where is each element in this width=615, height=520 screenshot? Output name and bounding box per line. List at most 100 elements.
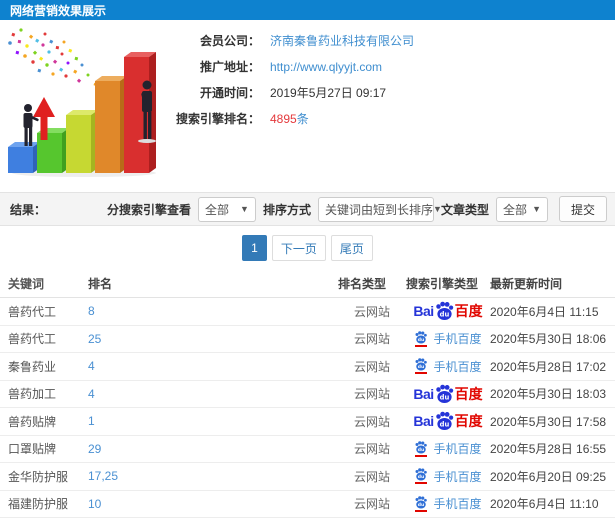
engine-cell: du 手机百度 [406, 495, 490, 512]
engine-cell: Bai du 百度 [406, 411, 490, 431]
sort-filter-label: 排序方式 [262, 202, 311, 217]
update-time-cell: 2020年5月30日 18:03 [490, 387, 607, 402]
svg-text:du: du [418, 474, 424, 480]
table-row: 口罩贴牌 29 云网站 du 手机百度 2020年5月28日 16:55 [0, 436, 615, 463]
engine-filter-label: 分搜索引擎查看 [106, 202, 191, 217]
mobile-baidu-logo: du 手机百度 [414, 495, 482, 512]
header-update-time: 最新更新时间 [490, 277, 563, 291]
mobile-baidu-label: 手机百度 [433, 359, 482, 374]
info-row-rank-count: 搜索引擎排名： 4895条 [172, 112, 615, 127]
mobile-baidu-label: 手机百度 [433, 442, 482, 457]
rank-link[interactable]: 25 [88, 332, 338, 346]
mobile-baidu-logo: du 手机百度 [414, 330, 482, 347]
mobile-baidu-underline [415, 454, 428, 457]
svg-text:du: du [439, 421, 449, 429]
submit-button[interactable]: 提交 [558, 196, 607, 222]
keyword-cell: 秦鲁药业 [8, 359, 57, 374]
table-row: 金华防护服 17,25 云网站 du 手机百度 2020年6月20日 09:25 [0, 463, 615, 491]
rank-type-cell: 云网站 [353, 387, 390, 402]
table-body: 兽药代工 8 云网站 Bai du 百度 2020年6月4日 11:15 兽药代… [0, 298, 615, 520]
bar-chart-illustration-image [8, 28, 156, 177]
rank-count-value: 4895条 [270, 112, 309, 127]
baidu-logo-text-baidu: 百度 [454, 303, 483, 320]
keyword-cell: 兽药加工 [8, 387, 57, 402]
promo-url-link[interactable]: http://www.qlyyjt.com [270, 60, 382, 75]
member-info-list: 会员公司： 济南秦鲁药业科技有限公司 推广地址： http://www.qlyy… [172, 20, 615, 190]
mobile-baidu-logo: du 手机百度 [414, 440, 482, 457]
results-table: 关键词 排名 排名类型 搜索引擎类型 最新更新时间 兽药代工 8 云网站 Bai… [0, 270, 615, 520]
rank-type-cell: 云网站 [353, 304, 390, 319]
page-1-button[interactable]: 1 [242, 235, 267, 261]
rank-type-cell: 云网站 [353, 469, 390, 484]
result-label: 结果： [10, 202, 47, 217]
article-type-value: 全部 [502, 202, 527, 217]
mobile-baidu-label: 手机百度 [433, 332, 482, 347]
info-row-url: 推广地址： http://www.qlyyjt.com [172, 60, 615, 75]
header-engine-type: 搜索引擎类型 [406, 277, 479, 291]
rank-link[interactable]: 17,25 [88, 469, 338, 483]
svg-text:du: du [418, 502, 424, 508]
table-row: 秦鲁药业 4 云网站 du 手机百度 2020年5月28日 17:02 [0, 353, 615, 381]
svg-text:du: du [439, 311, 449, 319]
rank-count-label: 搜索引擎排名： [175, 112, 260, 126]
bar-yellow [66, 110, 98, 173]
rank-type-cell: 云网站 [353, 442, 390, 457]
mobile-baidu-underline [415, 372, 428, 375]
company-name-link[interactable]: 济南秦鲁药业科技有限公司 [270, 34, 414, 49]
mobile-baidu-paw-icon: du [414, 331, 428, 347]
table-header-row: 关键词 排名 排名类型 搜索引擎类型 最新更新时间 [0, 270, 615, 298]
rank-link[interactable]: 4 [88, 387, 338, 401]
chevron-down-icon: ▼ [240, 204, 249, 214]
header-keyword: 关键词 [8, 277, 45, 291]
keyword-cell: 金华防护服 [8, 469, 69, 484]
table-row: 兽药贴牌 1 云网站 Bai du 百度 2020年5月30日 17:58 [0, 408, 615, 436]
info-row-open-time: 开通时间： 2019年5月27日 09:17 [172, 86, 615, 101]
article-type-label: 文章类型 [440, 202, 489, 217]
baidu-logo-text-baidu: 百度 [454, 385, 483, 402]
rank-link[interactable]: 1 [88, 414, 338, 428]
baidu-logo-text-bai: Bai [413, 303, 434, 320]
baidu-logo-text-bai: Bai [413, 413, 434, 430]
mobile-baidu-underline [415, 344, 428, 347]
rank-type-cell: 云网站 [353, 414, 390, 429]
mobile-baidu-paw-icon: du [414, 468, 428, 485]
rank-link[interactable]: 8 [88, 304, 338, 318]
mobile-baidu-paw-icon: du [414, 358, 428, 375]
baidu-logo: Bai du 百度 [413, 384, 483, 404]
update-time-cell: 2020年6月4日 11:15 [490, 304, 599, 319]
keyword-cell: 福建防护服 [8, 497, 69, 512]
header-rank-type: 排名类型 [338, 277, 387, 291]
rank-link[interactable]: 10 [88, 497, 338, 511]
mobile-baidu-logo: du 手机百度 [414, 358, 482, 375]
mobile-baidu-paw-icon: du [414, 496, 428, 512]
next-page-button[interactable]: 下一页 [271, 235, 326, 261]
last-page-button[interactable]: 尾页 [330, 235, 373, 261]
sort-select[interactable]: 关键词由短到长排序 ▼ [317, 196, 442, 222]
keyword-cell: 口罩贴牌 [8, 442, 57, 457]
keyword-cell: 兽药代工 [8, 332, 57, 347]
baidu-logo: Bai du 百度 [413, 411, 483, 431]
confetti-dots [8, 28, 102, 91]
baidu-logo-text-bai: Bai [413, 385, 434, 402]
member-info-section: 会员公司： 济南秦鲁药业科技有限公司 推广地址： http://www.qlyy… [0, 20, 615, 190]
rank-count-number: 4895 [270, 112, 297, 126]
update-time-cell: 2020年5月30日 17:58 [490, 414, 607, 429]
info-row-company: 会员公司： 济南秦鲁药业科技有限公司 [172, 34, 615, 49]
article-type-select[interactable]: 全部 ▼ [495, 196, 548, 222]
baidu-logo: Bai du 百度 [413, 301, 483, 321]
keyword-cell: 兽药贴牌 [8, 414, 57, 429]
engine-cell: Bai du 百度 [406, 301, 490, 321]
mobile-baidu-logo: du 手机百度 [414, 468, 482, 485]
mobile-baidu-paw-icon: du [414, 441, 428, 457]
baidu-paw-icon: du [435, 384, 453, 403]
mobile-baidu-label: 手机百度 [433, 469, 482, 484]
mobile-baidu-underline [415, 482, 428, 485]
promo-url-label: 推广地址： [199, 60, 260, 74]
page-title: 网络营销效果展示 [10, 3, 107, 18]
bar-orange [95, 76, 127, 173]
filter-controls: 分搜索引擎查看 全部 ▼ 排序方式 关键词由短到长排序 ▼ 文章类型 全部 ▼ … [105, 196, 607, 222]
engine-select[interactable]: 全部 ▼ [197, 196, 256, 222]
filter-bar: 结果： 分搜索引擎查看 全部 ▼ 排序方式 关键词由短到长排序 ▼ 文章类型 全… [0, 192, 615, 226]
rank-link[interactable]: 4 [88, 359, 338, 373]
rank-link[interactable]: 29 [88, 442, 338, 456]
